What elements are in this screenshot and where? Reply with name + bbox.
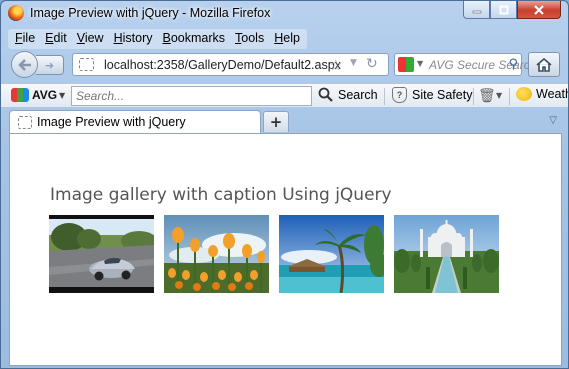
menu-help-accesskey: H xyxy=(274,31,284,45)
maximize-icon xyxy=(499,5,508,14)
close-icon xyxy=(534,4,544,15)
menu-bar: File Edit View History Bookmarks Tools H… xyxy=(8,29,307,49)
reload-icon[interactable]: ↻ xyxy=(366,56,378,72)
firefox-logo-icon xyxy=(8,5,24,21)
back-button[interactable] xyxy=(11,51,38,78)
page-content: Image gallery with caption Using jQuery xyxy=(9,133,562,366)
navigation-bar: ➜ localhost:2358/GalleryDemo/Default2.as… xyxy=(1,50,568,80)
gallery-image-taj-mahal[interactable] xyxy=(394,215,499,293)
menu-view-label: iew xyxy=(84,31,104,45)
menu-file-label: ile xyxy=(22,31,36,45)
menu-history-label: istory xyxy=(122,31,153,45)
avg-brand-text: AVG xyxy=(32,88,58,102)
engine-dropdown-icon[interactable]: ▼ xyxy=(417,59,423,68)
menu-view[interactable]: View xyxy=(72,29,109,49)
home-button[interactable] xyxy=(528,52,560,77)
url-text[interactable]: localhost:2358/GalleryDemo/Default2.aspx xyxy=(104,58,341,72)
close-button[interactable] xyxy=(517,1,561,19)
magnifier-icon[interactable]: ⚲ xyxy=(508,57,518,72)
menu-file-accesskey: F xyxy=(15,31,23,45)
menu-tools-label: ools xyxy=(241,31,265,45)
avg-search-button[interactable]: Search xyxy=(318,87,378,102)
back-arrow-icon xyxy=(17,58,31,71)
window-title: Image Preview with jQuery - Mozilla Fire… xyxy=(30,6,271,20)
tab-image-preview[interactable]: Image Preview with jQuery xyxy=(9,110,261,133)
menu-history[interactable]: History xyxy=(109,29,158,49)
plus-icon: + xyxy=(269,113,283,131)
toolbar-separator xyxy=(384,88,385,105)
search-placeholder[interactable]: AVG Secure Search xyxy=(429,58,536,72)
menu-help-label: elp xyxy=(283,31,300,45)
address-bar[interactable]: localhost:2358/GalleryDemo/Default2.aspx… xyxy=(72,53,389,76)
avg-search-button-label: Search xyxy=(338,87,378,102)
minimize-button[interactable] xyxy=(463,1,490,19)
site-safety-button[interactable]: ? Site Safety xyxy=(392,87,472,103)
menu-bookmarks-accesskey: B xyxy=(162,31,171,45)
gallery-image-beach[interactable] xyxy=(279,215,384,293)
trash-icon[interactable]: 🗑 xyxy=(478,88,496,104)
menu-bookmarks-label: ookmarks xyxy=(170,31,226,45)
toolbar-separator xyxy=(473,88,474,105)
avg-search-input[interactable]: Search... xyxy=(71,86,312,106)
weather-sun-icon xyxy=(516,87,532,101)
avg-logo-icon xyxy=(11,88,29,102)
avg-toolbar: AVG ▼ Search... Search ? Site Safety 🗑 ▼… xyxy=(1,83,568,107)
maximize-button[interactable] xyxy=(490,1,517,19)
title-bar: Image Preview with jQuery - Mozilla Fire… xyxy=(1,1,568,27)
back-forward-group: ➜ xyxy=(11,51,69,78)
menu-bookmarks[interactable]: Bookmarks xyxy=(158,29,231,49)
minimize-icon xyxy=(472,10,481,13)
forward-arrow-icon: ➜ xyxy=(44,58,55,72)
home-icon xyxy=(536,57,552,72)
image-gallery xyxy=(49,215,499,293)
tab-label: Image Preview with jQuery xyxy=(37,115,186,129)
tab-favicon-icon xyxy=(18,116,32,129)
avg-search-placeholder: Search... xyxy=(76,89,125,103)
forward-button[interactable]: ➜ xyxy=(36,55,64,75)
page-heading: Image gallery with caption Using jQuery xyxy=(50,185,392,205)
window-controls xyxy=(463,1,561,19)
menu-edit[interactable]: Edit xyxy=(40,29,72,49)
menu-tools[interactable]: Tools xyxy=(230,29,269,49)
weather-label: Weather xyxy=(536,87,568,101)
star-icon[interactable]: ☆ xyxy=(329,56,342,74)
browser-window: Image Preview with jQuery - Mozilla Fire… xyxy=(0,0,569,369)
search-engine-icon[interactable] xyxy=(398,57,414,72)
new-tab-button[interactable]: + xyxy=(263,111,289,132)
list-all-tabs-chevron-down-icon[interactable]: ▽ xyxy=(549,115,557,126)
menu-history-accesskey: H xyxy=(113,31,123,45)
menu-edit-accesskey: E xyxy=(45,31,54,45)
gallery-image-tulips[interactable] xyxy=(164,215,269,293)
menu-edit-label: dit xyxy=(53,31,67,45)
url-history-dropdown-icon[interactable]: ▼ xyxy=(350,58,357,68)
avg-dropdown-icon[interactable]: ▼ xyxy=(59,91,65,100)
site-safety-label: Site Safety xyxy=(412,88,473,102)
magnifier-icon xyxy=(318,87,333,102)
menu-help[interactable]: Help xyxy=(269,29,305,49)
site-identity-icon[interactable] xyxy=(79,58,94,71)
trash-dropdown-icon[interactable]: ▼ xyxy=(496,91,502,100)
menu-file[interactable]: File xyxy=(10,29,40,49)
gallery-image-car[interactable] xyxy=(49,215,154,293)
weather-button[interactable]: Weather xyxy=(516,87,568,101)
shield-icon: ? xyxy=(392,87,407,103)
avg-logo[interactable]: AVG xyxy=(11,88,57,102)
toolbar-separator xyxy=(509,88,510,105)
menu-view-accesskey: V xyxy=(76,31,85,45)
tab-strip: Image Preview with jQuery + ▽ xyxy=(1,108,568,133)
search-engine-box[interactable]: ▼ AVG Secure Search ⚲ xyxy=(394,53,536,76)
